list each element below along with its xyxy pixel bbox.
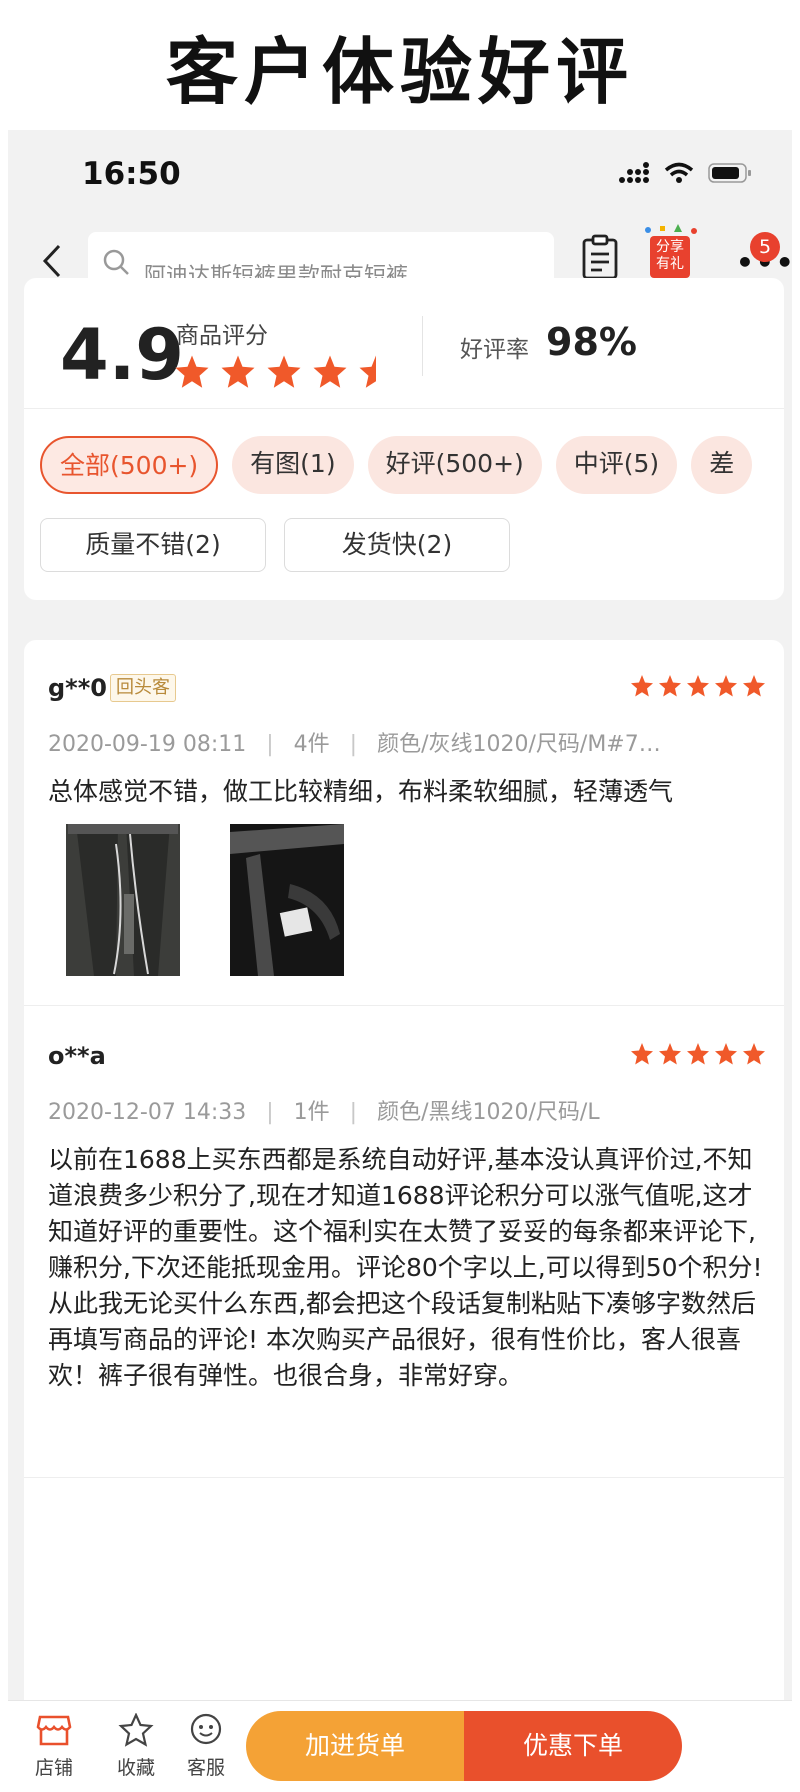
bottom-action-bar: 店铺 收藏 客服 加进货单 优惠下单 [8,1700,792,1792]
star-outline-icon [118,1712,154,1747]
buy-now-button[interactable]: 优惠下单 [464,1711,682,1781]
review-item: o**a 2020-12-07 14:33 | 1件 | 颜色/黑线1020/尺码/L … [24,1008,784,1478]
star-icon [715,1043,737,1065]
phone-screen: 16:50 阿迪达斯短裤男款耐克短裤 分享有礼 ••• 5 4.9 商品评分 好… [8,130,792,1792]
status-icons [618,162,752,184]
positive-rate-value: 98% [546,320,637,364]
signal-icon [619,162,649,183]
divider [422,316,423,376]
repeat-customer-badge: 回头客 [110,674,176,702]
positive-rate-label: 好评率 [460,337,529,363]
review-qty: 4件 [293,732,330,757]
star-icon [313,355,347,388]
status-bar: 16:50 [8,130,792,212]
review-item: g**0 回头客 2020-09-19 08:11 | 4件 | 颜色/灰线1020/尺… [24,640,784,1006]
divider [24,408,784,409]
overall-stars [174,354,394,390]
meta-separator: | [349,1100,358,1125]
review-text: 以前在1688上买东西都是系统自动好评,基本没认真评价过,不知道浪费多少积分了,… [48,1145,763,1390]
tag-negative[interactable]: 差 [691,436,753,494]
add-to-cart-button[interactable]: 加进货单 [246,1711,464,1781]
reviews-list: g**0 回头客 2020-09-19 08:11 | 4件 | 颜色/灰线1020/尺… [24,640,784,1792]
overall-score: 4.9 [60,314,185,396]
clipboard-icon [582,234,618,280]
service-label: 客服 [186,1757,225,1779]
review-date: 2020-12-07 14:33 [48,1100,247,1125]
favorite-button[interactable]: 收藏 [106,1712,166,1780]
star-icon [715,675,737,697]
star-icon [631,675,653,697]
review-meta: 2020-09-19 08:11 | 4件 | 颜色/灰线1020/尺码/M#7… [48,726,748,758]
meta-separator: | [266,732,274,757]
review-spec: 颜色/黑线1020/尺码/L [377,1100,600,1125]
review-photo[interactable] [66,824,180,976]
star-icon [687,1043,709,1065]
star-icon [359,355,393,388]
reviewer-name: o**a [48,1042,106,1070]
more-button[interactable]: ••• 5 [730,232,792,280]
review-spec: 颜色/灰线1020/尺码/M#7… [377,732,661,757]
review-stars [630,674,766,698]
tag-positive[interactable]: 好评(500+) [367,436,542,494]
pants-photo-image [66,824,180,976]
star-icon [743,675,765,697]
review-meta: 2020-12-07 14:33 | 1件 | 颜色/黑线1020/尺码/L [48,1094,748,1126]
waistband-photo-image [230,824,344,976]
status-time: 16:50 [82,156,181,192]
review-text: 总体感觉不错，做工比较精细，布料柔软细腻，轻薄透气 [48,777,674,806]
favorite-label: 收藏 [116,1757,155,1779]
meta-separator: | [349,732,358,757]
page-banner: 客户体验好评 [0,0,800,130]
tag-with-photo[interactable]: 有图(1) [232,436,354,494]
tag-neutral[interactable]: 中评(5) [555,436,678,494]
meta-separator: | [266,1100,274,1125]
keyword-tags: 质量不错(2) 发货快(2) [40,518,784,574]
banner-title: 客户体验好评 [165,29,634,114]
wifi-icon [664,162,694,183]
share-gift-label: 分享有礼 [650,236,690,278]
review-photo[interactable] [230,824,344,976]
star-icon [267,355,301,388]
chat-face-icon [190,1713,222,1745]
service-button[interactable]: 客服 [176,1713,236,1780]
star-icon [659,675,681,697]
notification-badge: 5 [750,232,780,262]
chevron-left-icon [42,244,61,278]
review-date: 2020-09-19 08:11 [48,732,247,757]
filter-tags: 全部(500+) 有图(1) 好评(500+) 中评(5) 差 [40,436,784,498]
star-icon [221,355,255,388]
tag-all[interactable]: 全部(500+) [40,436,219,494]
star-icon [631,1043,653,1065]
shop-icon [36,1715,72,1746]
review-stars [630,1042,766,1066]
rating-summary-card: 4.9 商品评分 好评率 98% 全部(500+) 有图(1) 好评(500+) 中评… [24,278,784,600]
tag-fast-shipping[interactable]: 发货快(2) [284,518,510,572]
star-icon [175,355,209,388]
tag-good-quality[interactable]: 质量不错(2) [40,518,266,572]
battery-icon [708,163,751,183]
star-icon [659,1043,681,1065]
shop-button[interactable]: 店铺 [24,1713,84,1780]
score-label: 商品评分 [176,323,268,349]
shop-label: 店铺 [34,1757,73,1779]
reviewer-name: g**0 [48,674,107,702]
search-icon [103,249,129,275]
review-qty: 1件 [293,1100,330,1125]
star-icon [687,675,709,697]
star-icon [743,1043,765,1065]
review-photos [66,824,344,976]
